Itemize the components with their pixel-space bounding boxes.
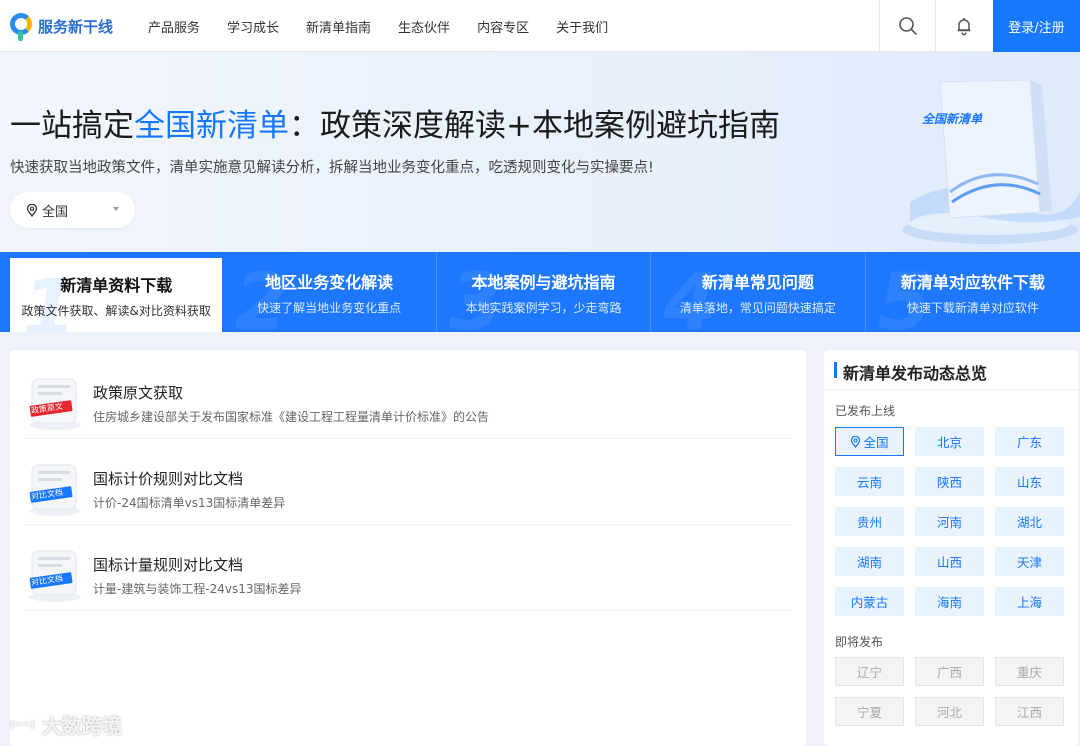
list-item-measurement-compare[interactable]: 对比文档 国标计量规则对比文档 计量-建筑与装饰工程-24vs13国标差异 bbox=[24, 525, 792, 611]
nav-item-content[interactable]: 内容专区 bbox=[477, 17, 529, 36]
region-chip[interactable]: 海南 bbox=[915, 587, 984, 616]
region-chip[interactable]: 贵州 bbox=[835, 507, 904, 536]
region-select-value: 全国 bbox=[42, 204, 69, 220]
list-item-title: 政策原文获取 bbox=[93, 384, 184, 402]
region-chip[interactable]: 广东 bbox=[995, 427, 1064, 456]
region-chip[interactable]: 陕西 bbox=[915, 467, 984, 496]
region-chip-disabled: 宁夏 bbox=[835, 697, 904, 726]
notification-button[interactable] bbox=[935, 0, 991, 52]
list-item-desc: 住房城乡建设部关于发布国家标准《建设工程工程量清单计价标准》的公告 bbox=[93, 410, 490, 424]
region-chip-national[interactable]: 全国 bbox=[835, 427, 904, 456]
published-label: 已发布上线 bbox=[835, 404, 896, 418]
list-item-title: 国标计量规则对比文档 bbox=[93, 556, 244, 574]
hero-subtitle: 快速获取当地政策文件，清单实施意见解读分析，拆解当地业务变化重点，吃透规则变化与… bbox=[10, 160, 654, 176]
logo-mark-icon bbox=[10, 11, 32, 41]
region-chip[interactable]: 河南 bbox=[915, 507, 984, 536]
bell-icon bbox=[957, 18, 970, 36]
top-header: 服务新干线 产品服务 学习成长 新清单指南 生态伙伴 内容专区 关于我们 登录/… bbox=[0, 0, 1080, 52]
region-chip[interactable]: 天津 bbox=[995, 547, 1064, 576]
region-chip-disabled: 河北 bbox=[915, 697, 984, 726]
nav-item-products[interactable]: 产品服务 bbox=[148, 17, 200, 36]
region-chip[interactable]: 湖南 bbox=[835, 547, 904, 576]
nav-item-learning[interactable]: 学习成长 bbox=[227, 17, 279, 36]
region-chip[interactable]: 内蒙古 bbox=[835, 587, 904, 616]
tab-local-cases[interactable]: 3 本地案例与避坑指南 本地实践案例学习，少走弯路 bbox=[437, 252, 652, 332]
list-item-desc: 计量-建筑与装饰工程-24vs13国标差异 bbox=[93, 582, 302, 596]
region-chip[interactable]: 湖北 bbox=[995, 507, 1064, 536]
region-chip[interactable]: 山东 bbox=[995, 467, 1064, 496]
tab-desc: 清单落地，常见问题快速搞定 bbox=[679, 300, 836, 315]
region-chip[interactable]: 北京 bbox=[915, 427, 984, 456]
list-item-title: 国标计价规则对比文档 bbox=[93, 470, 244, 488]
region-select[interactable]: 全国 bbox=[10, 192, 135, 228]
book-label: 全国新清单 bbox=[922, 112, 983, 126]
title-accent-bar bbox=[834, 362, 837, 378]
panel-header: 新清单发布动态总览 bbox=[824, 350, 1078, 390]
region-chip[interactable]: 上海 bbox=[995, 587, 1064, 616]
main-nav: 产品服务 学习成长 新清单指南 生态伙伴 内容专区 关于我们 bbox=[148, 0, 635, 52]
tab-title: 新清单常见问题 bbox=[701, 272, 814, 292]
tab-title: 地区业务变化解读 bbox=[265, 272, 394, 292]
upcoming-label: 即将发布 bbox=[835, 635, 884, 649]
hero-title-prefix: 一站搞定 bbox=[10, 108, 134, 144]
hero-title-highlight: 全国新清单 bbox=[134, 108, 289, 144]
hero-title: 一站搞定全国新清单：政策深度解读+本地案例避坑指南 bbox=[10, 100, 780, 145]
logo[interactable]: 服务新干线 bbox=[10, 10, 113, 42]
region-chip-disabled: 重庆 bbox=[995, 657, 1064, 686]
chevron-down-icon bbox=[113, 207, 119, 211]
tab-desc: 快速了解当地业务变化重点 bbox=[257, 300, 402, 315]
region-chip[interactable]: 云南 bbox=[835, 467, 904, 496]
search-icon bbox=[898, 17, 917, 35]
watermark: ⁽ᵔᵔ⁾ 大数跨境 bbox=[10, 710, 122, 739]
region-chip-disabled: 辽宁 bbox=[835, 657, 904, 686]
tab-desc: 本地实践案例学习，少走弯路 bbox=[465, 300, 622, 315]
tab-regional-changes[interactable]: 2 地区业务变化解读 快速了解当地业务变化重点 bbox=[222, 252, 437, 332]
tab-faq[interactable]: 4 新清单常见问题 清单落地，常见问题快速搞定 bbox=[651, 252, 866, 332]
tab-new-list-download[interactable]: 1 新清单资料下载 政策文件获取、解读&对比资料获取 bbox=[10, 258, 223, 332]
upcoming-region-grid: 辽宁 广西 重庆 宁夏 河北 江西 bbox=[835, 657, 1064, 726]
nav-item-new-list-guide[interactable]: 新清单指南 bbox=[306, 17, 371, 36]
logo-text: 服务新干线 bbox=[38, 17, 114, 36]
region-chip-label: 全国 bbox=[863, 435, 889, 450]
watermark-text: 大数跨境 bbox=[41, 714, 122, 738]
tab-software-download[interactable]: 5 新清单对应软件下载 快速下载新清单对应软件 bbox=[866, 252, 1080, 332]
region-chip-disabled: 广西 bbox=[915, 657, 984, 686]
region-chip[interactable]: 山西 bbox=[915, 547, 984, 576]
hero-title-suffix: ：政策深度解读+本地案例避坑指南 bbox=[289, 108, 780, 144]
search-button[interactable] bbox=[879, 0, 935, 52]
published-region-grid: 全国 北京 广东 云南 陕西 山东 贵州 河南 湖北 湖南 山西 天津 内蒙古 … bbox=[835, 427, 1064, 616]
location-pin-icon bbox=[26, 203, 38, 217]
hero-banner: 一站搞定全国新清单：政策深度解读+本地案例避坑指南 快速获取当地政策文件，清单实… bbox=[0, 52, 1080, 252]
watermark-logo-icon: ⁽ᵔᵔ⁾ bbox=[10, 718, 35, 737]
tab-title: 本地案例与避坑指南 bbox=[471, 272, 616, 292]
feature-tabs: 1 新清单资料下载 政策文件获取、解读&对比资料获取 2 地区业务变化解读 快速… bbox=[0, 252, 1080, 332]
location-pin-icon bbox=[851, 435, 861, 448]
book-illustration: 全国新清单 bbox=[880, 52, 1080, 252]
nav-item-partners[interactable]: 生态伙伴 bbox=[398, 17, 450, 36]
list-item-desc: 计价-24国标清单vs13国标清单差异 bbox=[93, 496, 286, 510]
list-item-pricing-compare[interactable]: 对比文档 国标计价规则对比文档 计价-24国标清单vs13国标清单差异 bbox=[24, 439, 792, 525]
login-register-button[interactable]: 登录/注册 bbox=[993, 0, 1080, 52]
nav-item-about[interactable]: 关于我们 bbox=[556, 17, 608, 36]
tab-title: 新清单对应软件下载 bbox=[900, 272, 1045, 292]
document-list: 政策原文 政策原文获取 住房城乡建设部关于发布国家标准《建设工程工程量清单计价标… bbox=[10, 350, 806, 746]
tab-desc: 政策文件获取、解读&对比资料获取 bbox=[21, 303, 211, 318]
release-overview-panel: 新清单发布动态总览 已发布上线 全国 北京 广东 云南 陕西 山东 贵州 河南 … bbox=[824, 350, 1078, 746]
tab-title: 新清单资料下载 bbox=[60, 272, 173, 296]
tab-desc: 快速下载新清单对应软件 bbox=[906, 300, 1039, 315]
panel-title: 新清单发布动态总览 bbox=[843, 364, 988, 383]
region-chip-disabled: 江西 bbox=[995, 697, 1064, 726]
list-item-policy-original[interactable]: 政策原文 政策原文获取 住房城乡建设部关于发布国家标准《建设工程工程量清单计价标… bbox=[24, 353, 792, 439]
